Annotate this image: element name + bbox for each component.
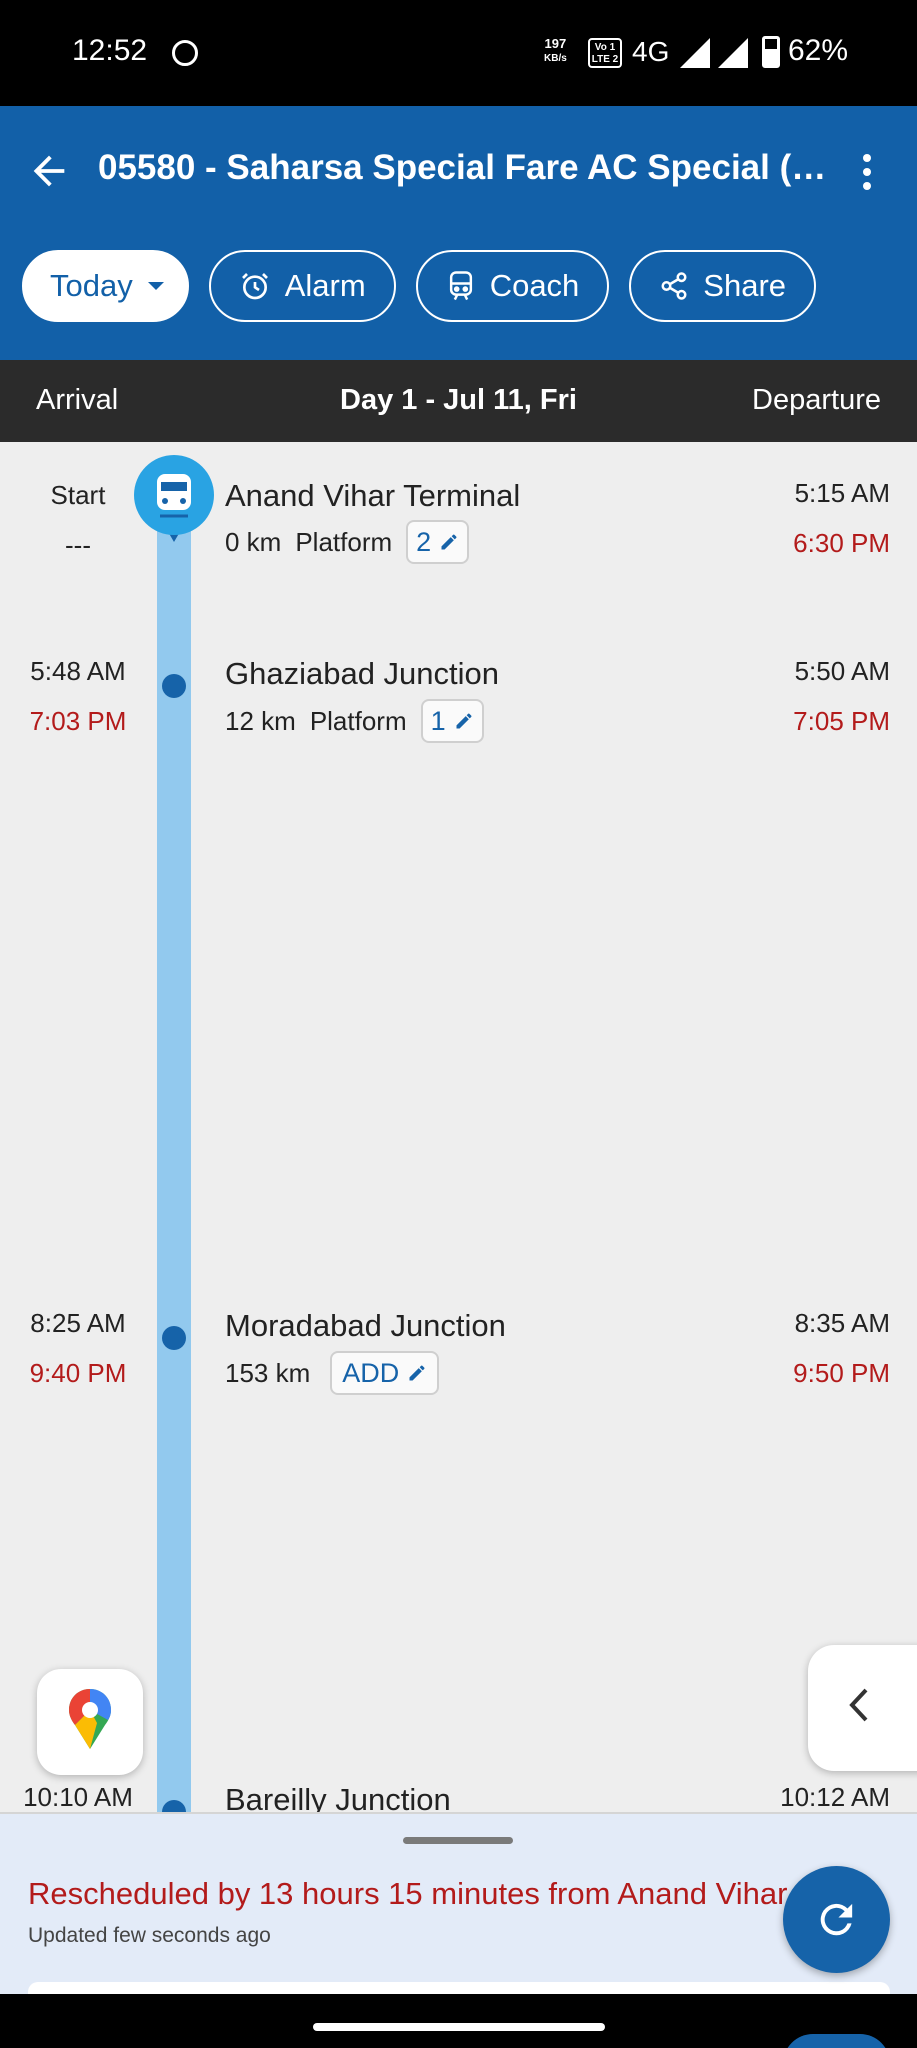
edit-pencil-icon: [441, 534, 457, 550]
train-coach-icon: [449, 271, 472, 301]
refresh-icon: [820, 1903, 853, 1936]
arrival-scheduled: 5:48 AM: [30, 656, 126, 686]
platform-number: 1: [430, 705, 446, 736]
station-meta: 0 km Platform 2: [225, 520, 470, 564]
alarm-clock-icon: [241, 273, 268, 300]
departure-actual: 6:30 PM: [793, 528, 890, 558]
platform-label: Platform: [295, 526, 393, 557]
platform-edit-button[interactable]: 2: [406, 520, 470, 564]
more-vert-icon[interactable]: [852, 150, 882, 194]
network-speed-unit: KB/s: [544, 53, 567, 64]
station-distance: 153 km: [225, 1357, 311, 1388]
departure-scheduled: 5:50 AM: [794, 656, 890, 686]
edit-pencil-icon: [456, 713, 472, 729]
departure-scheduled: 8:35 AM: [794, 1308, 890, 1338]
volte-line-2: LTE 2: [591, 54, 619, 65]
battery-icon: [762, 36, 780, 68]
station-meta: 12 km Platform 1: [225, 699, 484, 743]
last-updated-text: Updated few seconds ago: [28, 1924, 271, 1947]
network-type: 4G: [632, 36, 670, 67]
status-bar: 12:52 197 KB/s Vo 1 LTE 2 4G 62%: [0, 0, 917, 106]
departure-actual: 9:50 PM: [793, 1358, 890, 1388]
app-bar: 05580 - Saharsa Special Fare AC Special …: [0, 106, 917, 360]
station-name[interactable]: Anand Vihar Terminal: [225, 478, 520, 514]
reschedule-message: Rescheduled by 13 hours 15 minutes from …: [28, 1876, 788, 1911]
today-chip-label: Today: [50, 268, 133, 303]
station-distance: 12 km: [225, 705, 296, 736]
home-gesture-pill[interactable]: [313, 2023, 605, 2031]
station-name[interactable]: Moradabad Junction: [225, 1308, 506, 1344]
volte-line-1: Vo 1: [594, 42, 616, 53]
station-meta: 153 km ADD: [225, 1351, 440, 1395]
station-name[interactable]: Bareilly Junction: [225, 1782, 451, 1812]
departure-scheduled: 5:15 AM: [794, 478, 890, 508]
add-platform-label: ADD: [342, 1357, 400, 1388]
google-maps-button[interactable]: [37, 1669, 143, 1775]
train-title: 05580 - Saharsa Special Fare AC Special …: [98, 148, 838, 187]
back-arrow-icon[interactable]: [26, 148, 72, 194]
google-maps-icon: [69, 1689, 111, 1749]
share-chip-label: Share: [703, 268, 787, 303]
arrival-actual: 7:03 PM: [29, 706, 127, 736]
alarm-chip-label: Alarm: [284, 268, 366, 303]
departure-column-header: Departure: [752, 384, 881, 416]
today-chip[interactable]: Today: [22, 250, 189, 322]
status-time: 12:52: [72, 34, 148, 67]
network-speed: 197 KB/s: [544, 36, 567, 66]
volte-icon: Vo 1 LTE 2: [588, 38, 622, 68]
coach-chip[interactable]: Coach: [415, 250, 610, 322]
dropdown-caret-icon: [147, 282, 164, 290]
day-header: Arrival Day 1 - Jul 11, Fri Departure: [0, 360, 917, 442]
sheet-drag-handle[interactable]: [403, 1837, 513, 1844]
platform-number: 2: [416, 526, 432, 557]
station-name[interactable]: Ghaziabad Junction: [225, 656, 499, 692]
battery-percent: 62%: [788, 34, 849, 67]
network-speed-value: 197: [544, 36, 567, 51]
action-chips: Today Alarm Coach Share: [22, 250, 817, 322]
add-platform-button[interactable]: ADD: [330, 1351, 440, 1395]
signal-roaming-icon: [718, 38, 748, 68]
arrival-scheduled: Start: [50, 480, 106, 510]
edit-pencil-icon: [409, 1365, 425, 1381]
departure-actual: 7:05 PM: [793, 706, 890, 736]
status-bottom-sheet[interactable]: Rescheduled by 13 hours 15 minutes from …: [0, 1812, 917, 2012]
platform-edit-button[interactable]: 1: [420, 699, 484, 743]
refresh-button[interactable]: [783, 1866, 890, 1973]
chevron-left-icon: [849, 1688, 868, 1722]
arrival-actual: ---: [65, 530, 91, 560]
arrival-scheduled: 8:25 AM: [30, 1308, 126, 1338]
notification-icon: [172, 40, 198, 66]
signal-icon: [680, 38, 710, 68]
station-dot: [162, 674, 186, 698]
train-icon: [134, 455, 214, 542]
route-timeline[interactable]: Start --- Anand Vihar Terminal 0 km Plat…: [0, 442, 917, 1812]
station-dot: [162, 1326, 186, 1350]
alarm-chip[interactable]: Alarm: [208, 250, 396, 322]
station-distance: 0 km: [225, 526, 282, 557]
arrival-actual: 9:40 PM: [29, 1358, 127, 1388]
side-panel-toggle-button[interactable]: [808, 1645, 917, 1771]
share-icon: [661, 272, 687, 300]
platform-label: Platform: [309, 705, 407, 736]
coach-chip-label: Coach: [489, 268, 580, 303]
system-nav-bar: [0, 1994, 917, 2048]
departure-scheduled: 10:12 AM: [780, 1782, 890, 1812]
arrival-scheduled: 10:10 AM: [23, 1782, 133, 1812]
share-chip[interactable]: Share: [629, 250, 817, 322]
